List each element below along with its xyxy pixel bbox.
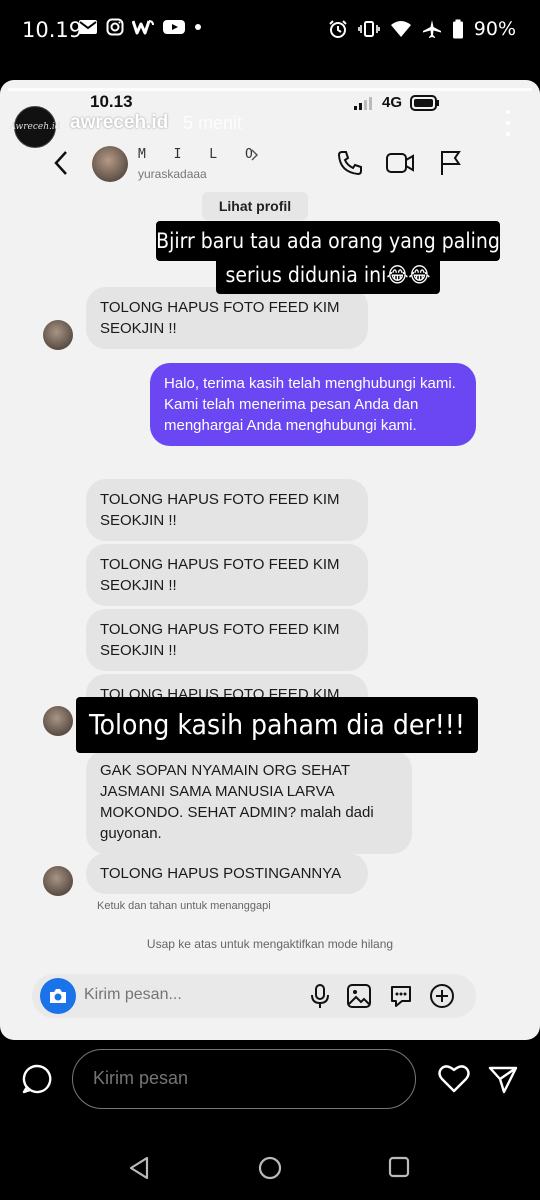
mail-icon [79, 20, 97, 34]
notification-icons [78, 18, 202, 36]
battery-icon [452, 19, 463, 39]
overlay-caption-top-line2: serius didunia ini😂😂 [216, 256, 440, 294]
vibrate-icon [357, 21, 380, 37]
message-input[interactable] [84, 986, 284, 1004]
story-username[interactable]: awreceh.id [70, 112, 168, 134]
camera-button[interactable] [40, 978, 76, 1014]
microphone-icon[interactable] [310, 983, 330, 1009]
story-more-icon[interactable] [498, 110, 518, 136]
received-message[interactable]: TOLONG HAPUS POSTINGANNYA [86, 853, 368, 894]
reply-field[interactable] [72, 1049, 416, 1109]
camera-icon [50, 989, 66, 1003]
story-timestamp: 5 menit [183, 113, 243, 133]
network-label: 4G [381, 94, 402, 111]
chat-contact-handle: yuraskadaaa [138, 167, 207, 181]
alarm-icon [329, 20, 347, 38]
received-message[interactable]: GAK SOPAN NYAMAIN ORG SEHAT JASMANI SAMA… [86, 750, 412, 854]
youtube-icon [163, 20, 185, 34]
sender-avatar [43, 706, 73, 736]
sender-avatar [43, 866, 73, 896]
tap-hold-hint: Ketuk dan tahan untuk menanggapi [97, 900, 271, 912]
received-message[interactable]: TOLONG HAPUS FOTO FEED KIM SEOKJIN !! [86, 544, 368, 606]
back-nav-icon[interactable] [128, 1156, 150, 1180]
webtoon-icon [132, 20, 154, 35]
signal-icon [353, 96, 372, 110]
overlay-caption-middle: Tolong kasih paham dia der!!! [76, 697, 478, 753]
android-navigation-bar [0, 1126, 540, 1200]
chat-avatar[interactable] [92, 146, 128, 182]
instagram-icon [106, 18, 124, 36]
story-card[interactable]: 10.13 4G Awreceh.id awreceh.id 5 menit M… [0, 80, 540, 1040]
gallery-icon[interactable] [346, 983, 372, 1009]
phone-status-bar: 10.19 90% [0, 0, 540, 62]
chat-contact-name[interactable]: M I L O [138, 147, 263, 162]
recents-nav-icon[interactable] [388, 1156, 410, 1178]
comment-icon[interactable] [22, 1064, 52, 1094]
sent-message[interactable]: Halo, terima kasih telah menghubungi kam… [150, 363, 476, 446]
phone-call-icon[interactable] [336, 149, 364, 177]
overlay-caption-top-line1: Bjirr baru tau ada orang yang paling [156, 221, 500, 261]
chat-header: M I L O yuraskadaaa [0, 138, 540, 190]
back-arrow-icon[interactable] [52, 150, 70, 176]
chat-composer [32, 974, 476, 1018]
phone-clock: 10.19 [22, 18, 83, 42]
inner-clock: 10.13 [90, 92, 133, 111]
story-reply-bar [0, 1040, 540, 1126]
inner-battery-icon [410, 94, 439, 111]
received-message[interactable]: TOLONG HAPUS FOTO FEED KIM SEOKJIN !! [86, 609, 368, 671]
airplane-icon [422, 20, 441, 38]
sticker-icon[interactable] [388, 983, 414, 1009]
chevron-right-icon[interactable] [250, 148, 260, 162]
like-heart-icon[interactable] [438, 1064, 470, 1094]
vanish-mode-hint: Usap ke atas untuk mengaktifkan mode hil… [146, 937, 394, 951]
inner-status-icons: 4G [353, 94, 440, 111]
report-flag-icon[interactable] [438, 149, 462, 177]
video-call-icon[interactable] [385, 149, 415, 177]
story-avatar-logo: Awreceh.id [9, 122, 61, 132]
battery-percent: 90% [473, 18, 516, 40]
reply-input[interactable] [93, 1068, 393, 1089]
home-nav-icon[interactable] [258, 1156, 282, 1180]
sender-avatar [43, 320, 73, 350]
wifi-icon [390, 21, 411, 37]
add-icon[interactable] [429, 983, 455, 1009]
view-profile-button[interactable]: Lihat profil [202, 192, 308, 220]
system-icons: 90% [328, 18, 516, 40]
received-message[interactable]: TOLONG HAPUS FOTO FEED KIM SEOKJIN !! [86, 287, 368, 349]
received-message[interactable]: TOLONG HAPUS FOTO FEED KIM SEOKJIN !! [86, 479, 368, 541]
more-notifications-icon [195, 24, 201, 30]
send-icon[interactable] [488, 1064, 518, 1094]
story-progress-bar [8, 88, 532, 91]
